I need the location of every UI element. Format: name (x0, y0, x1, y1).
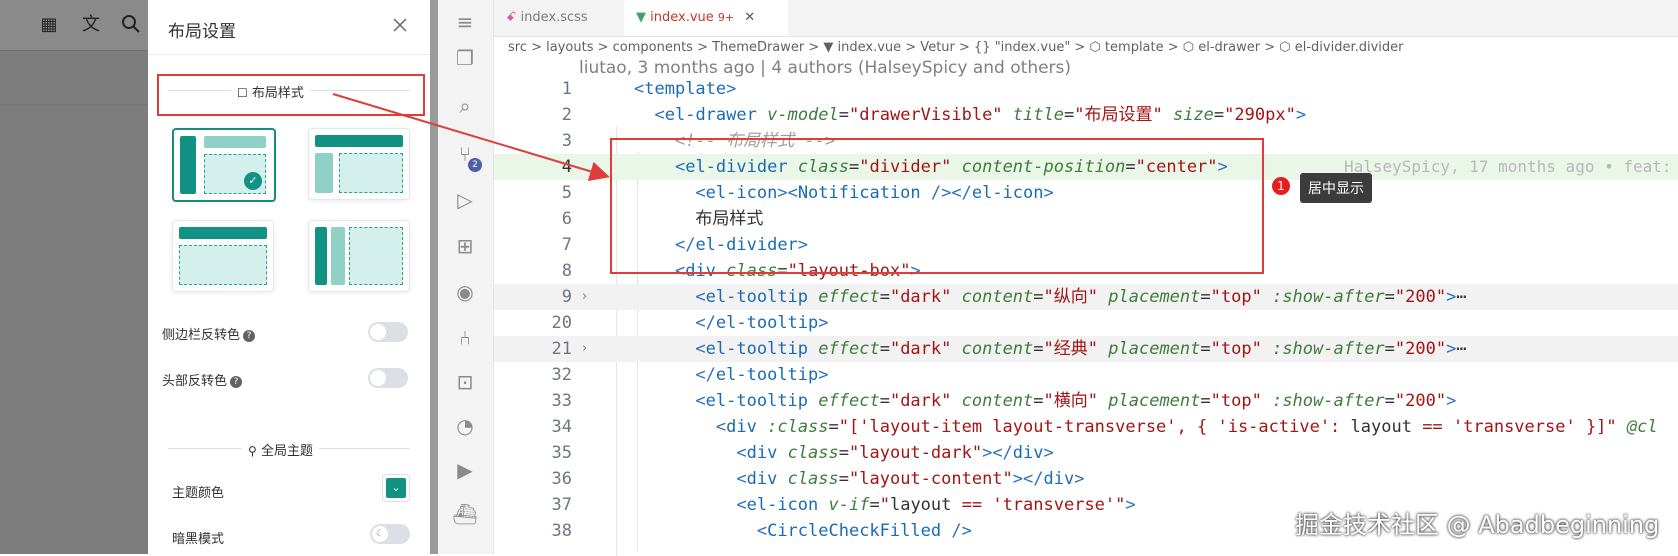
problem-badge-dot: 1 (1272, 177, 1290, 195)
watermark: 掘金技术社区 @ Abadbeginning (1295, 511, 1660, 539)
annotation-arrow (332, 93, 610, 181)
tooltip: 居中显示 (1300, 173, 1372, 203)
